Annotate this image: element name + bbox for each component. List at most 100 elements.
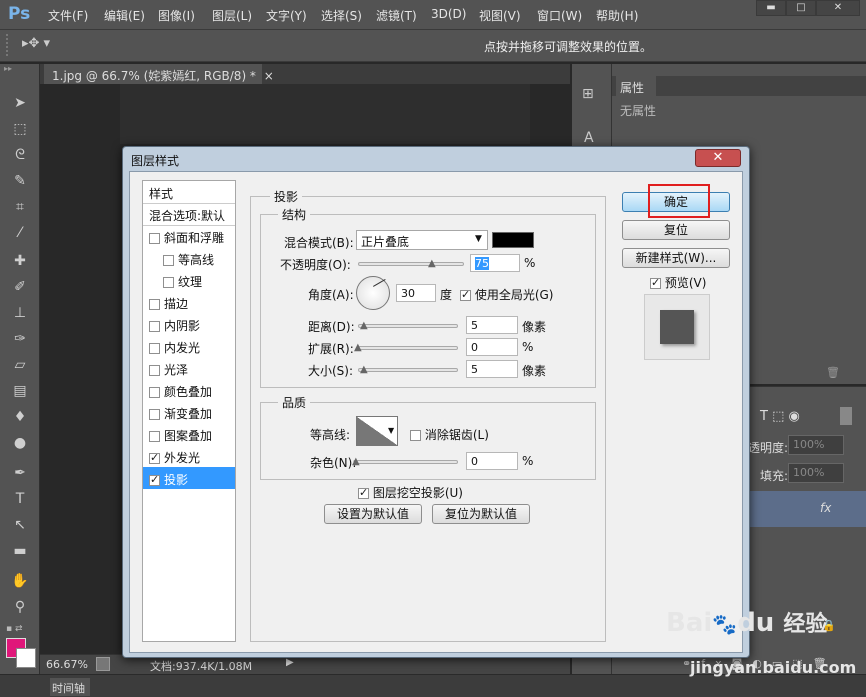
preview-checkbox[interactable]: 预览(V): [650, 274, 706, 291]
angle-dial[interactable]: [356, 276, 390, 310]
style-item[interactable]: 渐变叠加: [143, 401, 235, 423]
shadow-color-swatch[interactable]: [492, 232, 534, 248]
reset-button[interactable]: 复位: [622, 220, 730, 240]
trash-icon[interactable]: 🗑: [826, 366, 840, 379]
menu-type[interactable]: 文字(Y): [266, 7, 307, 24]
document-tab[interactable]: 1.jpg @ 66.7% (姹紫嫣红, RGB/8) * ×: [44, 64, 274, 84]
knockout-checkbox[interactable]: 图层挖空投影(U): [358, 484, 463, 501]
maximize-button[interactable]: □: [786, 0, 816, 16]
global-light-checkbox[interactable]: 使用全局光(G): [460, 286, 554, 303]
history-panel-icon[interactable]: ⊞: [582, 86, 594, 102]
style-item-checkbox[interactable]: [149, 409, 160, 420]
style-item[interactable]: 光泽: [143, 357, 235, 379]
angle-field[interactable]: 30: [396, 284, 436, 302]
menu-file[interactable]: 文件(F): [48, 7, 88, 24]
menu-view[interactable]: 视图(V): [479, 7, 521, 24]
move-tool-icon[interactable]: ➤: [8, 92, 32, 114]
style-item[interactable]: 内阴影: [143, 313, 235, 335]
close-window-button[interactable]: ✕: [816, 0, 860, 16]
blend-mode-select[interactable]: 正片叠底 ▼: [356, 230, 488, 250]
style-item[interactable]: 颜色叠加: [143, 379, 235, 401]
opacity-slider-thumb-icon[interactable]: ▲: [428, 258, 436, 269]
style-item[interactable]: 等高线: [143, 247, 235, 269]
timeline-tab[interactable]: 时间轴: [50, 678, 90, 696]
spread-field[interactable]: 0: [466, 338, 518, 356]
shape-tool-icon[interactable]: ▬: [8, 540, 32, 562]
noise-slider-thumb-icon[interactable]: ▲: [352, 456, 360, 467]
blend-options-item[interactable]: 混合选项:默认: [149, 207, 225, 224]
style-item[interactable]: 图案叠加: [143, 423, 235, 445]
antialias-checkbox[interactable]: 消除锯齿(L): [410, 426, 489, 443]
style-item-checkbox[interactable]: [149, 365, 160, 376]
opacity-field[interactable]: 75: [470, 254, 520, 272]
healing-brush-tool-icon[interactable]: ✚: [8, 250, 32, 272]
style-item-checkbox[interactable]: [149, 321, 160, 332]
zoom-tool-icon[interactable]: ⚲: [8, 596, 32, 618]
move-tool-icon[interactable]: ▸✥ ▾: [22, 36, 50, 51]
document-tab-close-icon[interactable]: ×: [264, 69, 274, 83]
menu-image[interactable]: 图像(I): [158, 7, 195, 24]
size-slider[interactable]: [358, 368, 458, 372]
properties-tab[interactable]: 属性: [616, 76, 656, 96]
status-arrow-icon[interactable]: ▶: [286, 657, 294, 668]
style-item-checkbox[interactable]: [163, 277, 174, 288]
style-item-checkbox[interactable]: [149, 431, 160, 442]
dialog-close-button[interactable]: ✕: [695, 149, 741, 167]
path-select-tool-icon[interactable]: ↖: [8, 514, 32, 536]
menu-3d[interactable]: 3D(D): [431, 7, 466, 21]
style-item[interactable]: 外发光: [143, 445, 235, 467]
history-brush-tool-icon[interactable]: ✑: [8, 328, 32, 350]
style-item-checkbox[interactable]: [149, 387, 160, 398]
style-item-checkbox[interactable]: [149, 451, 160, 464]
brush-tool-icon[interactable]: ✐: [8, 276, 32, 298]
distance-slider-thumb-icon[interactable]: ▲: [360, 320, 368, 331]
eyedropper-tool-icon[interactable]: ⁄: [8, 222, 32, 244]
dodge-tool-icon[interactable]: ●: [8, 432, 32, 454]
distance-slider[interactable]: [358, 324, 458, 328]
type-tool-icon[interactable]: T: [8, 488, 32, 510]
style-item-checkbox[interactable]: [149, 233, 160, 244]
character-panel-icon[interactable]: A: [584, 130, 594, 146]
menu-filter[interactable]: 滤镜(T): [376, 7, 417, 24]
hand-tool-icon[interactable]: ✋: [8, 570, 32, 592]
zoom-level[interactable]: 66.67%: [46, 658, 88, 671]
chevron-down-icon[interactable]: ▼: [388, 426, 394, 435]
background-color-swatch[interactable]: [16, 648, 36, 668]
noise-field[interactable]: 0: [466, 452, 518, 470]
menu-help[interactable]: 帮助(H): [596, 7, 638, 24]
style-item[interactable]: 斜面和浮雕: [143, 225, 235, 247]
eraser-tool-icon[interactable]: ▱: [8, 354, 32, 376]
layer-fx-icon[interactable]: fx: [820, 501, 831, 515]
layer-type-filter-icon[interactable]: T ⬚ ◉: [760, 409, 800, 424]
style-item[interactable]: 纹理: [143, 269, 235, 291]
style-item-checkbox[interactable]: [163, 255, 174, 266]
menu-layer[interactable]: 图层(L): [212, 7, 252, 24]
gradient-tool-icon[interactable]: ▤: [8, 380, 32, 402]
quick-select-tool-icon[interactable]: ✎: [8, 170, 32, 192]
style-item[interactable]: 投影: [143, 467, 235, 489]
size-field[interactable]: 5: [466, 360, 518, 378]
minimize-button[interactable]: ▬: [756, 0, 786, 16]
noise-slider[interactable]: [356, 460, 458, 464]
spread-slider[interactable]: [358, 346, 458, 350]
panel-collapse-icon[interactable]: ▸▸: [4, 64, 36, 74]
fill-field[interactable]: 100%: [788, 463, 844, 483]
clone-stamp-tool-icon[interactable]: ⊥: [8, 302, 32, 324]
opacity-slider[interactable]: [358, 262, 464, 266]
default-colors-icon[interactable]: ▪ ⇄: [6, 624, 23, 634]
new-style-button[interactable]: 新建样式(W)...: [622, 248, 730, 268]
reset-default-button[interactable]: 复位为默认值: [432, 504, 530, 524]
style-item[interactable]: 内发光: [143, 335, 235, 357]
style-item[interactable]: 描边: [143, 291, 235, 313]
status-menu-icon[interactable]: [96, 657, 110, 671]
spread-slider-thumb-icon[interactable]: ▲: [354, 342, 362, 353]
style-item-checkbox[interactable]: [149, 343, 160, 354]
crop-tool-icon[interactable]: ⌗: [8, 196, 32, 218]
opacity-field[interactable]: 100%: [788, 435, 844, 455]
marquee-tool-icon[interactable]: ⬚: [8, 118, 32, 140]
menu-select[interactable]: 选择(S): [321, 7, 362, 24]
lasso-tool-icon[interactable]: ᘓ: [8, 144, 32, 166]
pen-tool-icon[interactable]: ✒: [8, 462, 32, 484]
distance-field[interactable]: 5: [466, 316, 518, 334]
blur-tool-icon[interactable]: ♦: [8, 406, 32, 428]
